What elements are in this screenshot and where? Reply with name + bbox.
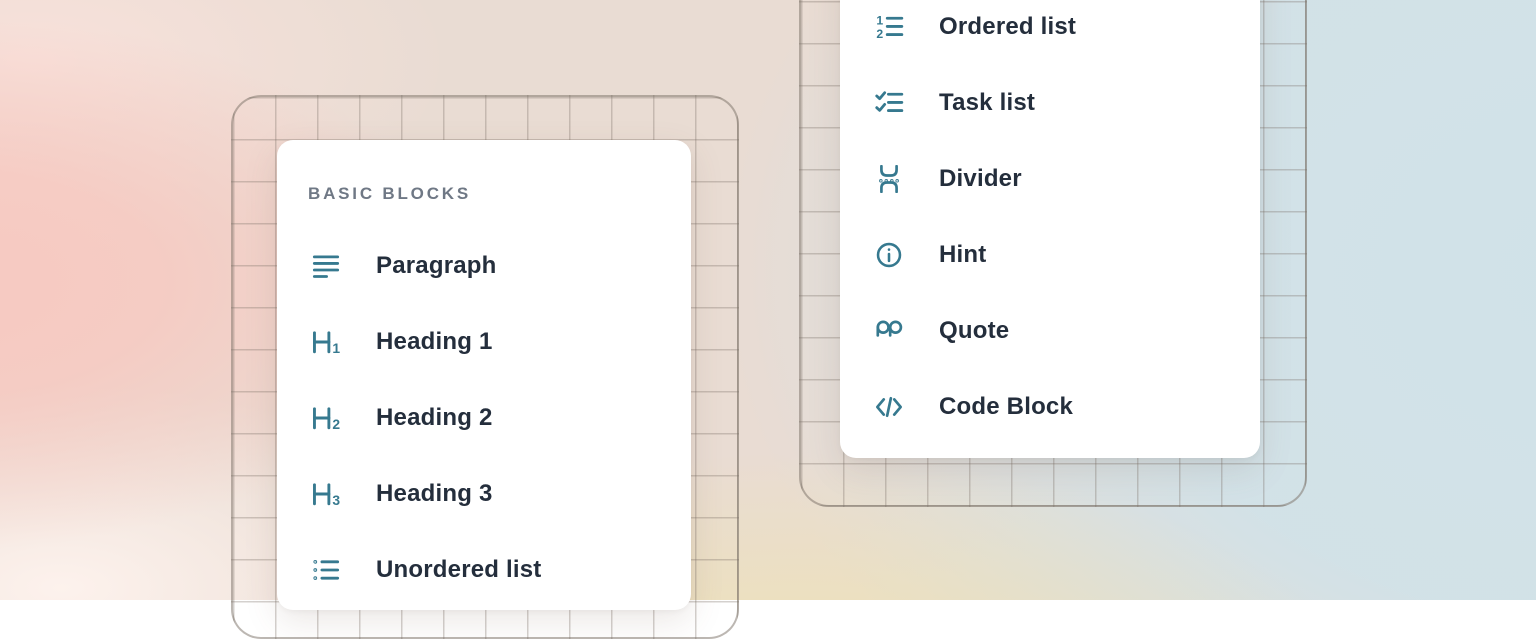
ordered-list-icon: 1 2 <box>874 13 904 41</box>
task-list-icon <box>874 89 904 117</box>
menu-item-code-block[interactable]: Code Block <box>840 369 1260 445</box>
menu-item-label: Heading 2 <box>376 404 493 432</box>
unordered-list-icon <box>311 556 341 584</box>
menu-item-hint[interactable]: Hint <box>840 217 1260 293</box>
menu-item-label: Hint <box>939 241 986 269</box>
menu-item-label: Unordered list <box>376 556 542 584</box>
divider-icon <box>874 165 904 193</box>
quote-icon <box>874 317 904 345</box>
menu-item-label: Heading 3 <box>376 480 493 508</box>
code-block-icon <box>874 393 904 421</box>
basic-blocks-list: Paragraph 1 Heading 1 2 Heading 2 3 Head… <box>277 228 691 608</box>
section-title: BASIC BLOCKS <box>308 184 691 204</box>
menu-item-ordered-list[interactable]: 1 2 Ordered list <box>840 0 1260 65</box>
menu-item-label: Divider <box>939 165 1022 193</box>
heading-1-icon: 1 <box>311 328 341 356</box>
menu-item-label: Task list <box>939 89 1035 117</box>
menu-item-label: Paragraph <box>376 252 497 280</box>
hint-icon <box>874 241 904 269</box>
svg-text:1: 1 <box>332 340 340 356</box>
menu-item-heading-1[interactable]: 1 Heading 1 <box>277 304 691 380</box>
menu-item-divider[interactable]: Divider <box>840 141 1260 217</box>
menu-item-quote[interactable]: Quote <box>840 293 1260 369</box>
menu-item-unordered-list[interactable]: Unordered list <box>277 532 691 608</box>
svg-text:1: 1 <box>876 14 883 28</box>
menu-item-heading-2[interactable]: 2 Heading 2 <box>277 380 691 456</box>
menu-item-label: Quote <box>939 317 1009 345</box>
svg-text:2: 2 <box>332 416 340 432</box>
menu-item-label: Heading 1 <box>376 328 493 356</box>
menu-item-paragraph[interactable]: Paragraph <box>277 228 691 304</box>
basic-blocks-menu: BASIC BLOCKS Paragraph 1 Heading 1 2 Hea… <box>277 140 691 610</box>
menu-item-heading-3[interactable]: 3 Heading 3 <box>277 456 691 532</box>
heading-3-icon: 3 <box>311 480 341 508</box>
heading-2-icon: 2 <box>311 404 341 432</box>
menu-item-task-list[interactable]: Task list <box>840 65 1260 141</box>
more-blocks-menu: 1 2 Ordered list Task list Divider Hint … <box>840 0 1260 458</box>
paragraph-icon <box>311 252 341 280</box>
menu-item-label: Code Block <box>939 393 1073 421</box>
svg-text:3: 3 <box>332 492 340 508</box>
more-blocks-list: 1 2 Ordered list Task list Divider Hint … <box>840 0 1260 445</box>
svg-text:2: 2 <box>876 27 883 41</box>
menu-item-label: Ordered list <box>939 13 1076 41</box>
